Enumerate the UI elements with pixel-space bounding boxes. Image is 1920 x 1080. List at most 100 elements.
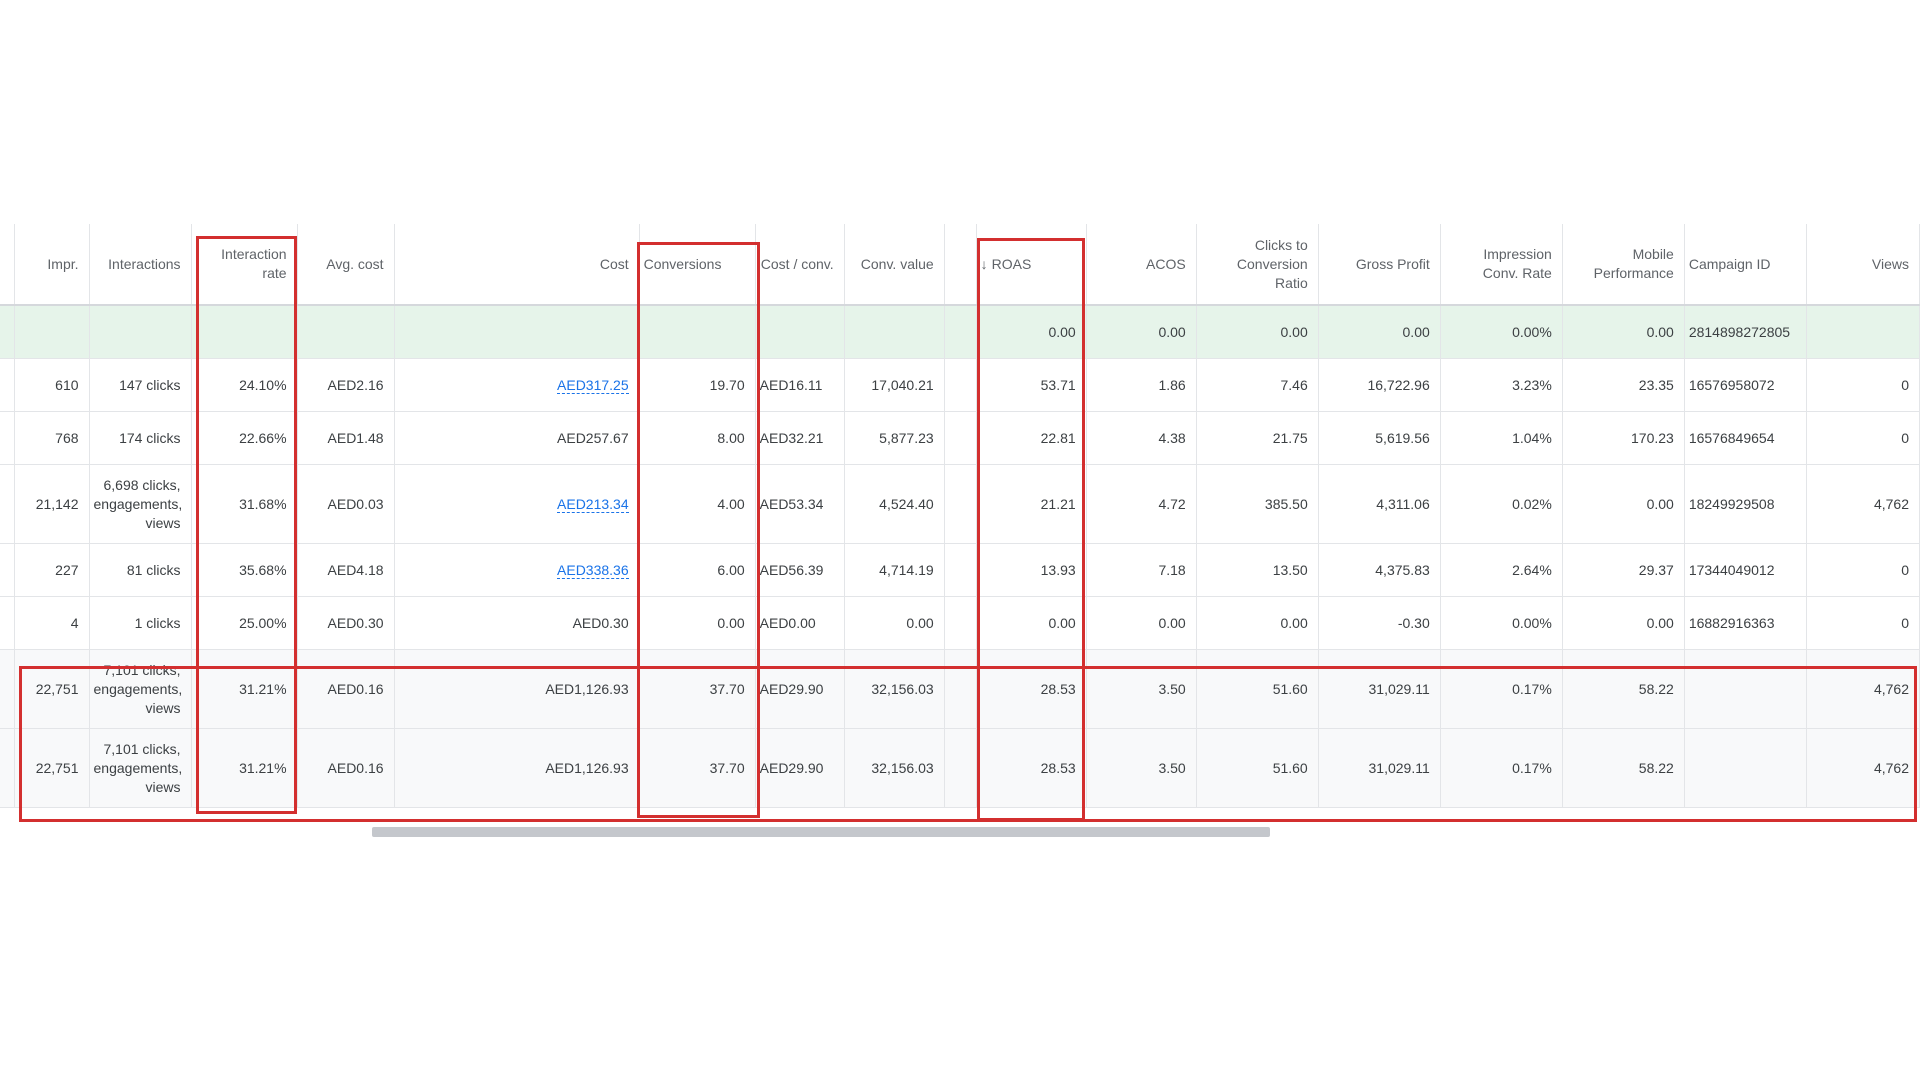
- table-row[interactable]: 227 81 clicks 35.68% AED4.18 AED338.36 6.00 AE…: [0, 543, 1920, 597]
- row-select-stub: [0, 224, 15, 306]
- column-header-label: Cost / conv.: [760, 255, 834, 272]
- column-header-label: Cost: [599, 255, 629, 272]
- column-header-clicks-ratio[interactable]: Clicks to Conversion Ratio: [1196, 224, 1319, 306]
- column-spacer: [944, 728, 977, 808]
- column-header-impr[interactable]: Impr.: [14, 224, 90, 306]
- cell-avg-cost: AED2.16: [297, 358, 395, 412]
- column-header-acos[interactable]: ACOS: [1086, 224, 1197, 306]
- cell-mobile-performance: 0.00: [1562, 596, 1685, 650]
- cell-avg-cost: AED4.18: [297, 543, 395, 597]
- column-spacer: [944, 543, 977, 597]
- cell-mobile-performance: 58.22: [1562, 728, 1685, 808]
- cell-avg-cost: AED0.16: [297, 649, 395, 729]
- column-header-gross-profit[interactable]: Gross Profit: [1318, 224, 1441, 306]
- cell-impr: 22,751: [14, 649, 90, 729]
- column-header-cost[interactable]: Cost: [394, 224, 640, 306]
- cell-interaction-rate: 25.00%: [191, 596, 298, 650]
- cell-impr-conv-rate: 0.00%: [1440, 305, 1563, 359]
- table-row[interactable]: 41 clicks 25.00% AED0.30 AED0.30 0.00 AED0.00…: [0, 596, 1920, 650]
- cell-campaign-id: 2814898272805: [1684, 305, 1807, 359]
- cell-interaction-rate: 31.21%: [191, 649, 298, 729]
- cell-cost: AED338.36: [394, 543, 640, 597]
- cell-conversions: [639, 305, 756, 359]
- cell-campaign-id: [1684, 728, 1807, 808]
- cell-conversions: 37.70: [639, 649, 756, 729]
- column-spacer: [944, 358, 977, 412]
- column-header-label: Avg. cost: [326, 255, 384, 272]
- cell-conversions: 19.70: [639, 358, 756, 412]
- column-spacer: [944, 596, 977, 650]
- cost-link[interactable]: AED338.36: [557, 561, 629, 579]
- cell-interactions: [89, 305, 192, 359]
- interactions-value: 7,101 clicks, engagements, views: [93, 740, 183, 795]
- column-header-interaction-rate[interactable]: Interaction rate: [191, 224, 298, 306]
- row-select-stub: [0, 728, 15, 808]
- cell-impr-conv-rate: 2.64%: [1440, 543, 1563, 597]
- cell-avg-cost: AED0.30: [297, 596, 395, 650]
- row-select-stub: [0, 543, 15, 597]
- cell-cost-per-conv: AED32.21: [755, 411, 845, 465]
- cell-cost-per-conv: AED16.11: [755, 358, 845, 412]
- column-header-mobile-performance[interactable]: Mobile Performance: [1562, 224, 1685, 306]
- column-header-conversions[interactable]: Conversions: [639, 224, 756, 306]
- cell-clicks-ratio: 385.50: [1196, 464, 1319, 544]
- column-header-conv-value[interactable]: Conv. value: [844, 224, 945, 306]
- cell-interactions: 6,698 clicks, engagements, views: [89, 464, 192, 544]
- column-header-impr-conv-rate[interactable]: Impression Conv. Rate: [1440, 224, 1563, 306]
- cost-link[interactable]: AED317.25: [557, 376, 629, 394]
- cell-clicks-ratio: 51.60: [1196, 728, 1319, 808]
- cell-interactions: 174 clicks: [89, 411, 192, 465]
- cell-acos: 1.86: [1086, 358, 1197, 412]
- column-spacer: [944, 411, 977, 465]
- cell-impr-conv-rate: 0.17%: [1440, 649, 1563, 729]
- cell-avg-cost: AED1.48: [297, 411, 395, 465]
- column-header-views[interactable]: Views: [1806, 224, 1920, 306]
- column-header-label: Conv. value: [860, 255, 934, 272]
- column-header-avg-cost[interactable]: Avg. cost: [297, 224, 395, 306]
- summary-row[interactable]: 22,751 7,101 clicks, engagements, views 31…: [0, 728, 1920, 808]
- cell-views: 0: [1806, 543, 1920, 597]
- cell-cost-per-conv: AED29.90: [755, 728, 845, 808]
- column-header-label: Mobile Performance: [1593, 246, 1674, 281]
- cell-acos: 4.38: [1086, 411, 1197, 465]
- cell-gross-profit: 4,375.83: [1318, 543, 1441, 597]
- column-header-label: Interactions: [108, 255, 181, 272]
- column-header-campaign-id[interactable]: Campaign ID: [1684, 224, 1807, 306]
- column-header-label: Gross Profit: [1355, 255, 1430, 272]
- column-header-label: ROAS: [991, 255, 1032, 272]
- cell-views: 4,762: [1806, 649, 1920, 729]
- cell-impr-conv-rate: 3.23%: [1440, 358, 1563, 412]
- cost-link[interactable]: AED213.34: [557, 495, 629, 513]
- column-header-roas[interactable]: ↓ ROAS: [976, 224, 1087, 306]
- cell-clicks-ratio: 7.46: [1196, 358, 1319, 412]
- cell-conv-value: 17,040.21: [844, 358, 945, 412]
- cell-roas: 0.00: [976, 305, 1087, 359]
- interactions-value: 174 clicks: [119, 429, 181, 446]
- cell-campaign-id: 16576958072: [1684, 358, 1807, 412]
- cell-conversions: 8.00: [639, 411, 756, 465]
- cell-cost: AED1,126.93: [394, 728, 640, 808]
- cell-cost: AED0.30: [394, 596, 640, 650]
- cell-acos: 4.72: [1086, 464, 1197, 544]
- cell-roas: 0.00: [976, 596, 1087, 650]
- column-header-interactions[interactable]: Interactions: [89, 224, 192, 306]
- cell-views: 4,762: [1806, 464, 1920, 544]
- column-header-label: Impression Conv. Rate: [1482, 246, 1552, 281]
- horizontal-scrollbar-thumb[interactable]: [372, 827, 1270, 837]
- table-row[interactable]: 21,142 6,698 clicks, engagements, views 31…: [0, 464, 1920, 544]
- cell-acos: 0.00: [1086, 596, 1197, 650]
- cell-impr: 768: [14, 411, 90, 465]
- table-row[interactable]: 610 147 clicks 24.10% AED2.16 AED317.25 19.70…: [0, 358, 1920, 412]
- column-spacer: [944, 224, 977, 306]
- table-row[interactable]: 768 174 clicks 22.66% AED1.48 AED257.67 8.00 A…: [0, 411, 1920, 465]
- row-select-stub: [0, 596, 15, 650]
- summary-row[interactable]: 22,751 7,101 clicks, engagements, views 31…: [0, 649, 1920, 729]
- cell-mobile-performance: 0.00: [1562, 464, 1685, 544]
- cell-mobile-performance: 0.00: [1562, 305, 1685, 359]
- cell-roas: 53.71: [976, 358, 1087, 412]
- cell-conv-value: 5,877.23: [844, 411, 945, 465]
- cell-cost: AED257.67: [394, 411, 640, 465]
- column-header-cost-per-conv[interactable]: Cost / conv.: [755, 224, 845, 306]
- row-select-stub: [0, 464, 15, 544]
- column-spacer: [944, 649, 977, 729]
